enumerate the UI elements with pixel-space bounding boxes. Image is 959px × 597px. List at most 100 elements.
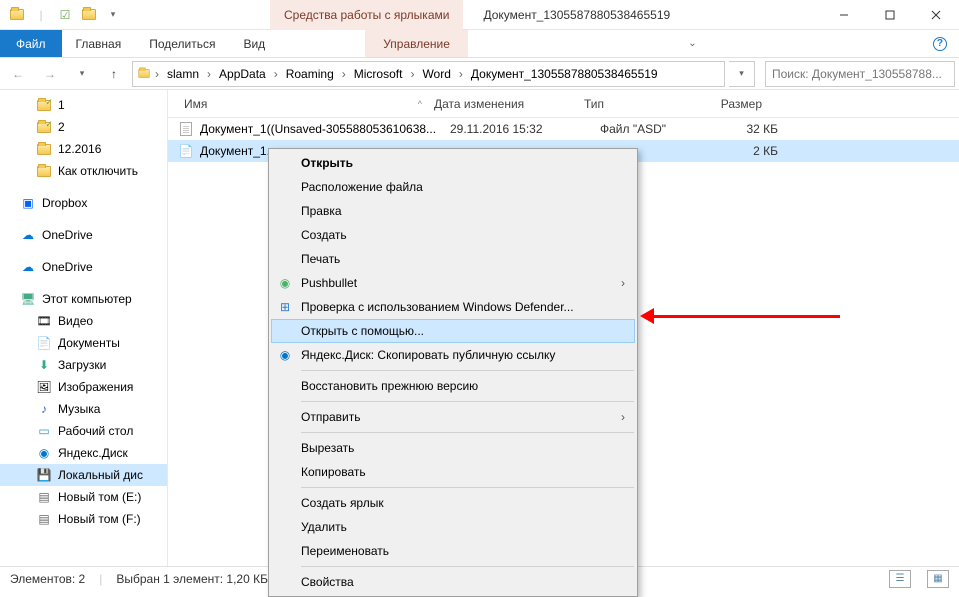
col-size[interactable]: Размер [698, 97, 768, 111]
ctx-file-location[interactable]: Расположение файла [271, 175, 635, 199]
doc-icon: 📄 [36, 335, 52, 351]
chevron-icon[interactable]: › [205, 67, 213, 81]
ctx-open[interactable]: Открыть [271, 151, 635, 175]
ribbon-options[interactable]: ⌄ [676, 30, 708, 57]
recent-dropdown[interactable]: ▾ [68, 61, 96, 87]
view-icons-button[interactable]: ▦ [927, 570, 949, 588]
yandex-icon: ◉ [36, 445, 52, 461]
music-icon: ♪ [36, 401, 52, 417]
share-tab[interactable]: Поделиться [135, 30, 229, 57]
nav-label: 1 [58, 98, 65, 112]
nav-quick-item[interactable]: Как отключить [0, 160, 167, 182]
nav-quick-item[interactable]: ✓2 [0, 116, 167, 138]
chevron-icon[interactable]: › [272, 67, 280, 81]
ctx-pushbullet[interactable]: ◉Pushbullet› [271, 271, 635, 295]
folder-icon [36, 163, 52, 179]
nav-quick-item[interactable]: ✓1 [0, 94, 167, 116]
crumb[interactable]: slamn [163, 67, 203, 81]
qat-newfolder-icon[interactable] [78, 4, 100, 26]
status-count: Элементов: 2 [10, 572, 85, 586]
nav-label: 2 [58, 120, 65, 134]
nav-this-pc[interactable]: 🖥Этот компьютер [0, 288, 167, 310]
nav-dropbox[interactable]: ▣Dropbox [0, 192, 167, 214]
folder-icon [137, 68, 151, 79]
back-button[interactable]: ← [4, 61, 32, 87]
qat-dropdown-icon[interactable]: ▾ [102, 4, 124, 26]
ctx-cut[interactable]: Вырезать [271, 436, 635, 460]
nav-pc-item[interactable]: ♪Музыка [0, 398, 167, 420]
qat-sep: | [30, 4, 52, 26]
ctx-restore[interactable]: Восстановить прежнюю версию [271, 374, 635, 398]
chevron-icon[interactable]: › [457, 67, 465, 81]
ctx-send-to[interactable]: Отправить› [271, 405, 635, 429]
ctx-yandex[interactable]: ◉Яндекс.Диск: Скопировать публичную ссыл… [271, 343, 635, 367]
chevron-icon[interactable]: › [408, 67, 416, 81]
view-details-button[interactable]: ☰ [889, 570, 911, 588]
mi-label: Pushbullet [301, 276, 357, 290]
view-tab[interactable]: Вид [229, 30, 279, 57]
nav-onedrive[interactable]: ☁OneDrive [0, 224, 167, 246]
crumb[interactable]: Word [418, 67, 454, 81]
ctx-shortcut[interactable]: Создать ярлык [271, 491, 635, 515]
nav-pc-item[interactable]: 🎞Видео [0, 310, 167, 332]
breadcrumb[interactable]: › slamn› AppData› Roaming› Microsoft› Wo… [132, 61, 725, 87]
search-input[interactable]: Поиск: Документ_130558788... [765, 61, 955, 87]
ctx-defender[interactable]: ⊞Проверка с использованием Windows Defen… [271, 295, 635, 319]
refresh-button[interactable]: ▾ [729, 61, 755, 87]
search-placeholder: Поиск: Документ_130558788... [772, 67, 942, 81]
nav-pc-item[interactable]: 💾Локальный дис [0, 464, 167, 486]
ctx-print[interactable]: Печать [271, 247, 635, 271]
submenu-icon: › [621, 410, 625, 424]
folder-icon [36, 141, 52, 157]
close-button[interactable] [913, 0, 959, 30]
maximize-button[interactable] [867, 0, 913, 30]
submenu-icon: › [621, 276, 625, 290]
help-button[interactable]: ? [921, 30, 959, 57]
nav-quick-item[interactable]: 12.2016 [0, 138, 167, 160]
drive-icon: ▤ [36, 511, 52, 527]
ctx-delete[interactable]: Удалить [271, 515, 635, 539]
folder-icon: ✓ [36, 97, 52, 113]
minimize-button[interactable] [821, 0, 867, 30]
col-name[interactable]: Имя^ [178, 97, 428, 111]
nav-pc-item[interactable]: ⬇Загрузки [0, 354, 167, 376]
manage-tab[interactable]: Управление [365, 30, 468, 57]
col-type[interactable]: Тип [578, 97, 698, 111]
image-icon: 🖼 [36, 379, 52, 395]
file-tab[interactable]: Файл [0, 30, 62, 57]
col-date[interactable]: Дата изменения [428, 97, 578, 111]
crumb[interactable]: AppData [215, 67, 270, 81]
ctx-open-with[interactable]: Открыть с помощью... [271, 319, 635, 343]
nav-pc-item[interactable]: 📄Документы [0, 332, 167, 354]
ctx-new[interactable]: Создать [271, 223, 635, 247]
ctx-copy[interactable]: Копировать [271, 460, 635, 484]
nav-pc-item[interactable]: ▭Рабочий стол [0, 420, 167, 442]
chevron-icon[interactable]: › [340, 67, 348, 81]
crumb[interactable]: Microsoft [350, 67, 407, 81]
up-button[interactable]: ↑ [100, 61, 128, 87]
nav-pc-item[interactable]: ◉ Яндекс.Диск [0, 442, 167, 464]
forward-button[interactable]: → [36, 61, 64, 87]
window-buttons [821, 0, 959, 30]
dropbox-icon: ▣ [20, 195, 36, 211]
nav-pc-item[interactable]: 🖼Изображения [0, 376, 167, 398]
crumb[interactable]: Документ_1305587880538465519 [467, 67, 662, 81]
file-date: 29.11.2016 15:32 [444, 122, 594, 136]
ctx-rename[interactable]: Переименовать [271, 539, 635, 563]
context-menu: Открыть Расположение файла Правка Создат… [268, 148, 638, 597]
qat-properties-icon[interactable]: ☑ [54, 4, 76, 26]
file-row[interactable]: Документ_1((Unsaved-305588053610638... 2… [168, 118, 959, 140]
nav-pc-item[interactable]: ▤ Новый том (F:) [0, 508, 167, 530]
nav-label: Новый том (F:) [58, 512, 141, 526]
nav-label: OneDrive [42, 228, 93, 242]
ctx-edit[interactable]: Правка [271, 199, 635, 223]
nav-onedrive[interactable]: ☁OneDrive [0, 256, 167, 278]
menu-separator [301, 401, 634, 402]
menu-separator [301, 370, 634, 371]
home-tab[interactable]: Главная [62, 30, 136, 57]
nav-pc-item[interactable]: ▤Новый том (E:) [0, 486, 167, 508]
ctx-properties[interactable]: Свойства [271, 570, 635, 594]
nav-label: Яндекс.Диск [58, 446, 128, 460]
chevron-icon[interactable]: › [153, 67, 161, 81]
crumb[interactable]: Roaming [282, 67, 338, 81]
